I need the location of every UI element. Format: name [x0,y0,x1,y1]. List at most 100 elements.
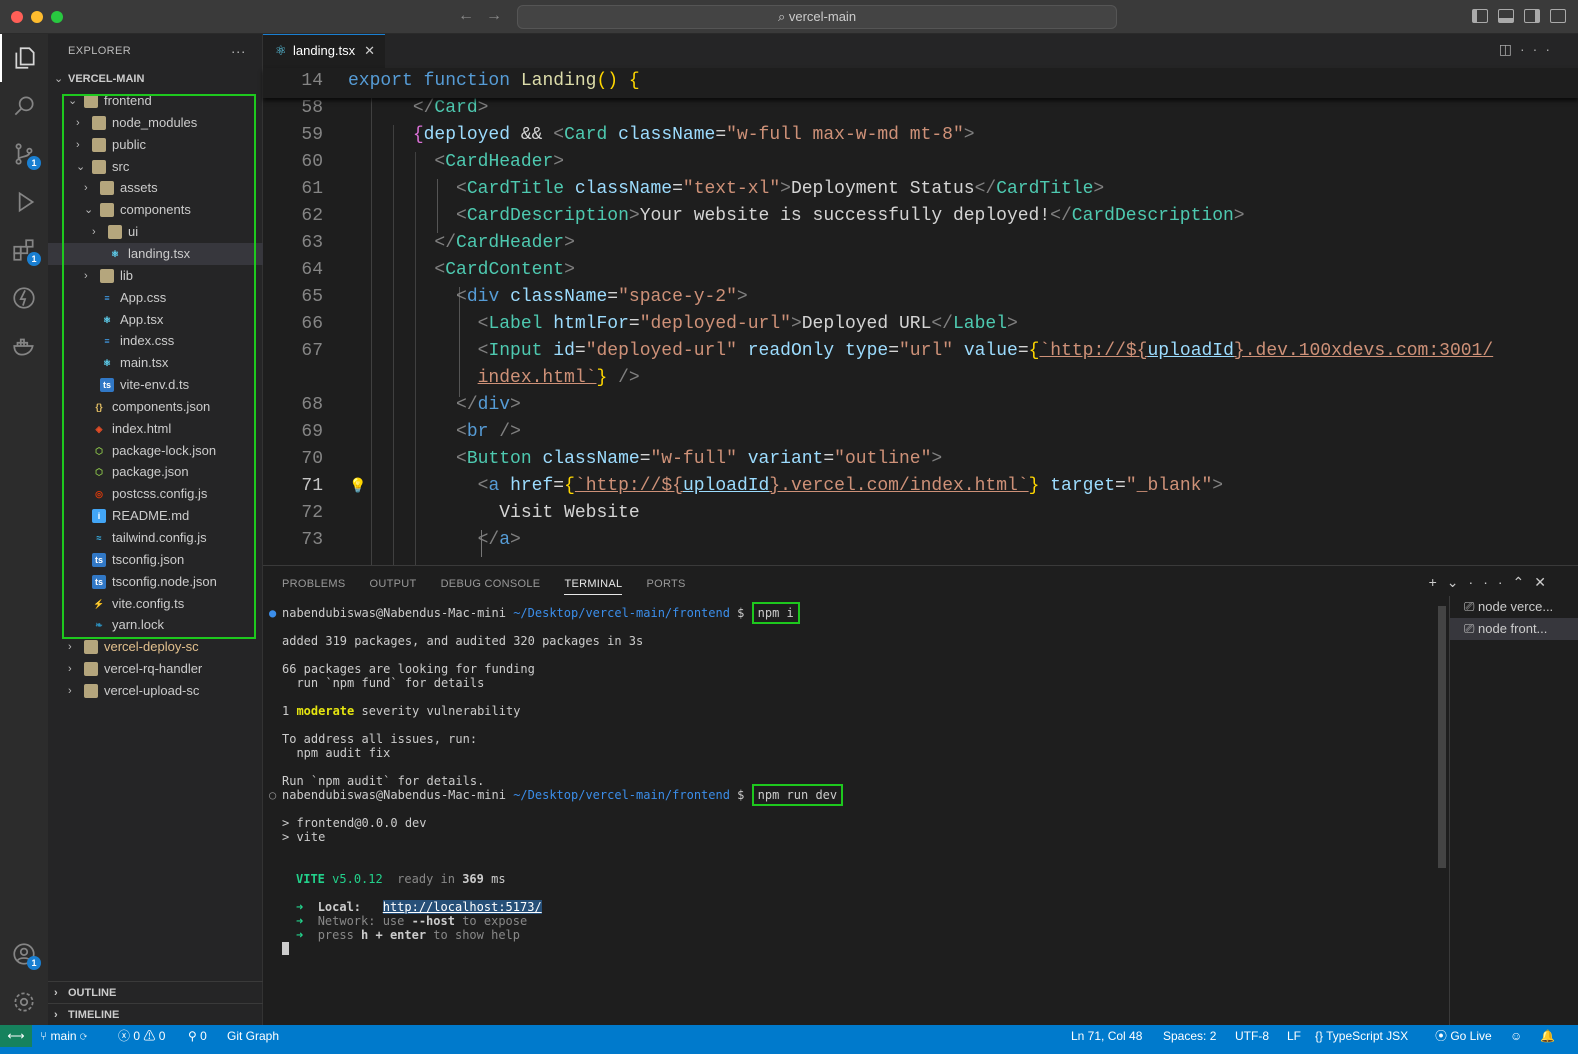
tree-item-label: main.tsx [120,355,169,371]
close-tab-icon[interactable]: ✕ [364,35,375,67]
tree-item-tailwind-config-js[interactable]: ≈ tailwind.config.js [48,527,263,549]
run-debug-icon[interactable] [0,178,48,226]
tree-item-frontend[interactable]: ⌄ frontend [48,90,263,112]
editor-group: ⚛ landing.tsx ✕ ◫··· 14 export function … [263,34,1578,565]
notifications-bell-icon[interactable]: 🔔 [1540,1025,1555,1047]
git-graph-button[interactable]: Git Graph [227,1025,279,1047]
sticky-scroll[interactable]: 14 export function Landing() { [263,68,1578,98]
terminal-scrollbar[interactable] [1438,606,1446,868]
panel-tab-output[interactable]: OUTPUT [370,578,417,595]
tree-item-label: landing.tsx [128,245,191,261]
vite-ready-line: VITE v5.0.12 ready in 369 ms [296,872,506,886]
timeline-section[interactable]: › TIMELINE [48,1003,263,1025]
outline-section[interactable]: › OUTLINE [48,981,263,1003]
chevron-right-icon: › [76,138,80,151]
terminal-icon: ⎚ [1464,599,1479,614]
search-view-icon[interactable] [0,82,48,130]
cursor-position[interactable]: Ln 71, Col 48 [1071,1025,1142,1047]
branch-indicator[interactable]: ⑂ main ⟳ [40,1025,87,1047]
tree-item-vercel-rq-handler[interactable]: › vercel-rq-handler [48,658,263,680]
toggle-primary-sidebar-icon[interactable] [1472,9,1488,23]
line-number: 70 [301,449,323,469]
tree-item-index-html[interactable]: ◈ index.html [48,418,263,440]
tree-item-lib[interactable]: › lib [48,265,263,287]
problems-indicator[interactable]: ⓧ 0 ⚠ 0 [118,1025,165,1047]
maximize-panel-icon[interactable]: ⌃ [1513,574,1535,590]
tree-item-postcss-config-js[interactable]: ◎ postcss.config.js [48,483,263,505]
minimize-window-button[interactable] [31,11,43,23]
tree-item-vite-env-d-ts[interactable]: ts vite-env.d.ts [48,374,263,396]
tree-item-readme-md[interactable]: i README.md [48,505,263,527]
more-actions-icon[interactable]: ··· [1469,574,1513,590]
remote-indicator-icon[interactable]: ⟷ [0,1025,32,1047]
encoding-indicator[interactable]: UTF-8 [1235,1025,1269,1047]
terminal-item[interactable]: ⎚ node verce... [1450,596,1578,618]
language-mode[interactable]: {} TypeScript JSX [1315,1025,1408,1047]
tree-item-ui[interactable]: › ui [48,221,263,243]
terminal-output: run `npm fund` for details [282,676,485,690]
tree-item-components-json[interactable]: {} components.json [48,396,263,418]
tree-item-node-modules[interactable]: › node_modules [48,112,263,134]
tree-item-tsconfig-json[interactable]: ts tsconfig.json [48,549,263,571]
zoom-window-button[interactable] [51,11,63,23]
code-view[interactable]: 14 export function Landing() { 58 59 60 61 6… [263,68,1578,565]
tree-item-src[interactable]: ⌄ src [48,156,263,178]
window-title: vercel-main [788,9,857,24]
tree-item-tsconfig-node-json[interactable]: ts tsconfig.node.json [48,571,263,593]
extensions-icon[interactable]: 1 [0,226,48,274]
tree-item-yarn-lock[interactable]: ❧ yarn.lock [48,614,263,636]
workspace-root[interactable]: ⌄ VERCEL-MAIN [48,68,263,90]
line-number: 65 [301,287,323,307]
tree-item-landing-tsx[interactable]: ⚛ landing.tsx [48,242,263,265]
tree-item-components[interactable]: ⌄ components [48,199,263,221]
extensions-badge: 1 [27,252,41,266]
manage-gear-icon[interactable] [0,978,48,1026]
tree-item-label: package-lock.json [112,442,217,458]
terminal-output: 66 packages are looking for funding [282,662,535,676]
source-control-icon[interactable]: 1 [0,130,48,178]
tree-item-index-css[interactable]: ≡ index.css [48,330,263,352]
lightbulb-icon[interactable]: 💡 [349,478,366,495]
go-live-button[interactable]: ⦿ Go Live [1435,1025,1492,1047]
command-center[interactable]: ⌕ vercel-main [517,5,1117,29]
new-terminal-icon[interactable]: +⌄ [1429,574,1469,590]
tree-item-public[interactable]: › public [48,134,263,156]
tree-item-assets[interactable]: › assets [48,177,263,199]
tree-item-vercel-upload-sc[interactable]: › vercel-upload-sc [48,680,263,702]
toggle-panel-icon[interactable] [1498,9,1514,23]
nav-arrows[interactable]: ←→ [458,7,514,25]
forward-arrow-icon[interactable]: → [486,7,514,24]
tree-item-app-css[interactable]: ≡ App.css [48,287,263,309]
terminal-item[interactable]: ⎚ node front... [1450,618,1578,640]
localhost-link[interactable]: http://localhost:5173/ [382,900,542,914]
tab-landing-tsx[interactable]: ⚛ landing.tsx ✕ [263,34,385,68]
tree-item-package-lock-json[interactable]: ⬡ package-lock.json [48,440,263,462]
accounts-status-icon[interactable]: ☺ [1510,1025,1522,1047]
panel-tab-problems[interactable]: PROBLEMS [282,578,346,595]
back-arrow-icon[interactable]: ← [458,7,486,24]
panel-tab-terminal[interactable]: TERMINAL [564,578,623,595]
toggle-secondary-sidebar-icon[interactable] [1524,9,1540,23]
tree-item-vercel-deploy-sc[interactable]: › vercel-deploy-sc [48,636,263,658]
customize-layout-icon[interactable] [1550,9,1566,23]
explorer-icon[interactable] [0,34,48,82]
more-actions-icon[interactable]: ··· [1520,41,1558,57]
accounts-icon[interactable]: 1 [0,930,48,978]
indentation-indicator[interactable]: Spaces: 2 [1163,1025,1216,1047]
panel-tab-ports[interactable]: PORTS [646,578,685,595]
more-actions-icon[interactable]: ··· [231,34,246,68]
tree-item-app-tsx[interactable]: ⚛ App.tsx [48,309,263,331]
docker-icon[interactable] [0,322,48,370]
terminal[interactable]: ● nabendubiswas@Nabendus-Mac-mini ~/Desk… [263,602,1443,1032]
chevron-right-icon: › [84,182,88,195]
panel-tab-debug-console[interactable]: DEBUG CONSOLE [441,578,541,595]
tree-item-main-tsx[interactable]: ⚛ main.tsx [48,352,263,374]
close-window-button[interactable] [11,11,23,23]
tree-item-vite-config-ts[interactable]: ⚡ vite.config.ts [48,593,263,615]
eol-indicator[interactable]: LF [1287,1025,1301,1047]
split-editor-icon[interactable]: ◫ [1499,41,1520,57]
thunder-client-icon[interactable] [0,274,48,322]
ports-indicator[interactable]: ⚲ 0 [188,1025,207,1047]
tree-item-package-json[interactable]: ⬡ package.json [48,461,263,483]
close-panel-icon[interactable]: ✕ [1534,574,1556,590]
